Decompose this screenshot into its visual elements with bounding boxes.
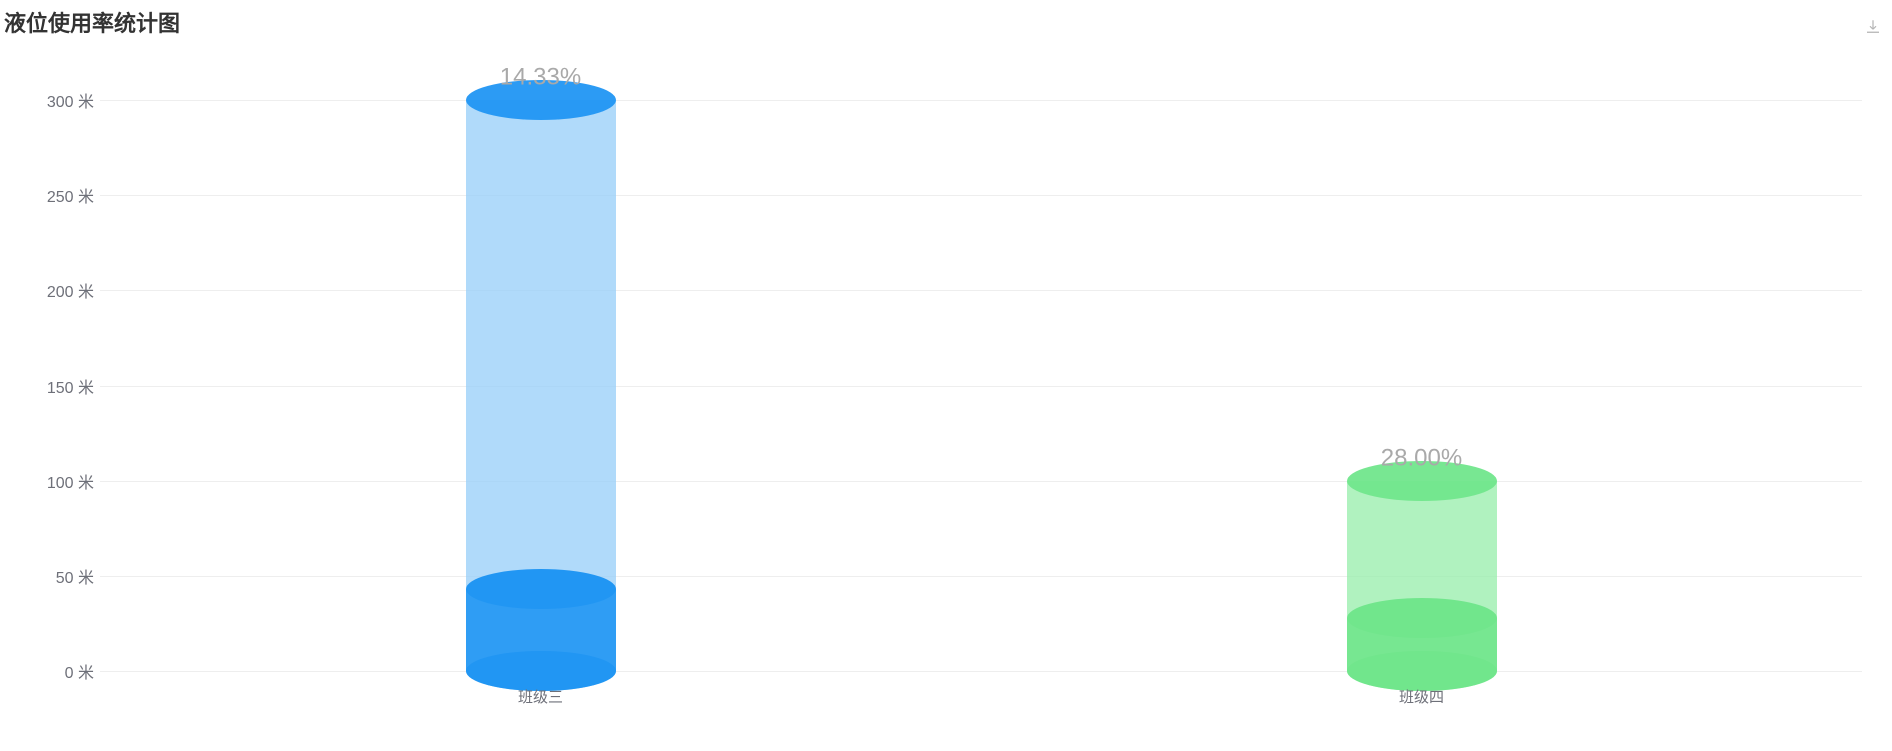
cylinder-bar[interactable]: 14.33% <box>466 100 616 671</box>
x-axis-tick: 班级四 <box>1399 686 1444 707</box>
y-axis-tick: 300 米 <box>40 88 94 112</box>
data-label: 28.00% <box>1381 444 1462 472</box>
chart-title: 液位使用率统计图 <box>4 6 180 38</box>
gridline <box>100 576 1862 577</box>
y-axis-tick: 100 米 <box>40 469 94 493</box>
y-axis-tick: 0 米 <box>40 659 94 683</box>
cylinder-fill-top-ellipse <box>466 569 616 609</box>
save-image-icon[interactable] <box>1864 18 1882 36</box>
y-axis-tick: 50 米 <box>40 564 94 588</box>
gridline <box>100 290 1862 291</box>
gridline <box>100 386 1862 387</box>
plot-area: 0 米50 米100 米150 米200 米250 米300 米14.33%班级… <box>100 100 1862 671</box>
chart-toolbox <box>1864 18 1882 36</box>
x-axis-tick: 班级三 <box>518 686 563 707</box>
cylinder-fill-bottom-ellipse <box>1347 651 1497 691</box>
chart-container: 液位使用率统计图 0 米50 米100 米150 米200 米250 米300 … <box>0 0 1892 751</box>
gridline <box>100 100 1862 101</box>
y-axis-tick: 200 米 <box>40 278 94 302</box>
y-axis-tick: 150 米 <box>40 374 94 398</box>
y-axis-tick: 250 米 <box>40 183 94 207</box>
data-label: 14.33% <box>500 64 581 92</box>
cylinder-fill-top-ellipse <box>1347 598 1497 638</box>
cylinder-fill-bottom-ellipse <box>466 651 616 691</box>
gridline <box>100 481 1862 482</box>
gridline <box>100 195 1862 196</box>
gridline <box>100 671 1862 672</box>
cylinder-bar[interactable]: 28.00% <box>1347 481 1497 671</box>
